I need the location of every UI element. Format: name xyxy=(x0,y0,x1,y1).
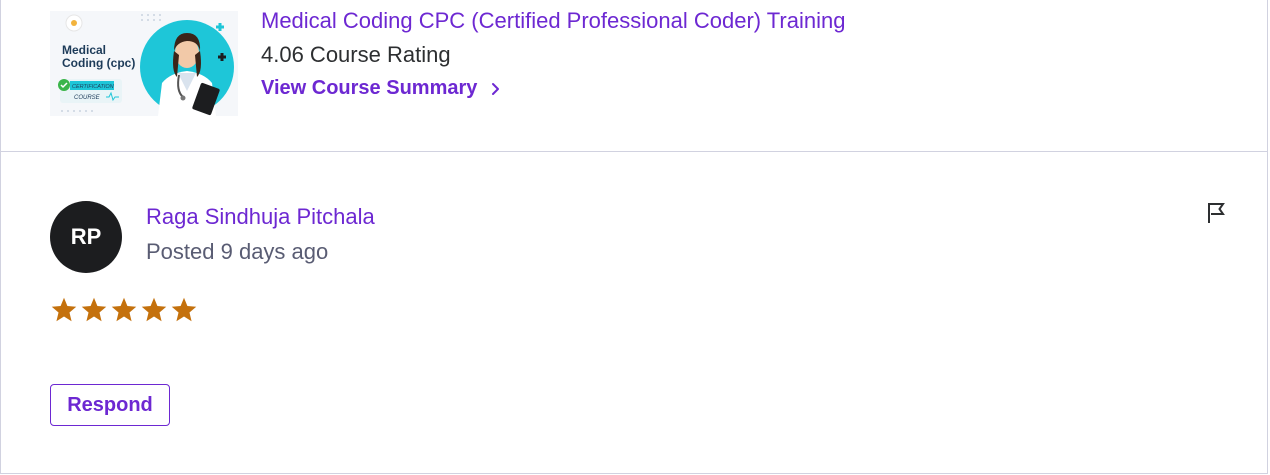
star-icon xyxy=(171,297,197,322)
star-rating xyxy=(50,296,198,324)
star-icon xyxy=(141,297,167,322)
flag-icon xyxy=(1208,203,1225,223)
course-panel: Medical Coding (cpc) CERTIFICATION COURS… xyxy=(0,0,1268,152)
review-panel: RP Raga Sindhuja Pitchala Posted 9 days … xyxy=(0,152,1268,474)
chevron-right-icon xyxy=(492,82,500,95)
thumb-badge-line1: CERTIFICATION xyxy=(72,84,114,90)
star-icon xyxy=(51,297,77,322)
view-course-summary-label: View Course Summary xyxy=(261,77,478,99)
star-icon xyxy=(111,297,137,322)
course-title[interactable]: Medical Coding CPC (Certified Profession… xyxy=(261,8,845,34)
thumb-text-line1: Medical xyxy=(62,43,106,57)
avatar: RP xyxy=(50,201,122,273)
thumb-badge-line2: COURSE xyxy=(74,95,101,101)
avatar-initials: RP xyxy=(70,224,102,249)
course-thumbnail[interactable]: Medical Coding (cpc) CERTIFICATION COURS… xyxy=(50,11,238,116)
report-flag-button[interactable] xyxy=(1205,201,1229,225)
thumb-text-line2: Coding (cpc) xyxy=(62,56,135,70)
star-icon xyxy=(81,297,107,322)
posted-timestamp: Posted 9 days ago xyxy=(146,239,329,264)
view-course-summary-link[interactable]: View Course Summary xyxy=(261,77,501,100)
respond-button[interactable]: Respond xyxy=(50,384,170,426)
course-thumbnail-art: Medical Coding (cpc) CERTIFICATION COURS… xyxy=(50,11,238,116)
reviewer-name[interactable]: Raga Sindhuja Pitchala xyxy=(146,204,375,230)
course-rating: 4.06 Course Rating xyxy=(261,42,451,67)
